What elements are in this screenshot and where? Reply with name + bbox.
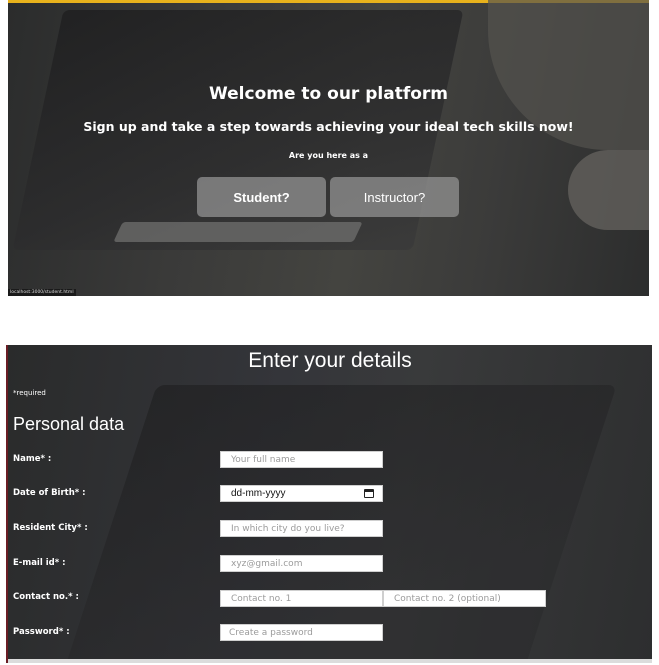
contact-1-input[interactable] [220,590,383,607]
dob-input[interactable]: dd-mm-yyyy [220,485,383,502]
form-title: Enter your details [248,349,412,372]
password-label: Password* : [13,627,70,637]
required-note: *required [13,389,46,397]
password-input[interactable] [220,624,383,641]
city-input[interactable] [220,520,383,537]
welcome-subtitle: Sign up and take a step towards achievin… [83,119,574,134]
details-panel: Enter your details *required Personal da… [6,345,652,663]
city-label: Resident City* : [13,523,88,533]
contact-label: Contact no.* : [13,592,79,602]
status-bar-url: localhost:3000/student.html [8,289,76,296]
welcome-title: Welcome to our platform [209,84,448,104]
section-title-personal-data: Personal data [13,414,125,434]
name-input[interactable] [220,451,383,468]
email-label: E-mail id* : [13,558,66,568]
background-laptop-base [113,222,363,242]
calendar-icon[interactable] [364,489,374,498]
student-button[interactable]: Student? [197,177,326,217]
contact-2-input[interactable] [383,590,546,607]
bottom-scroll-edge [8,659,652,663]
role-question: Are you here as a [288,151,369,160]
email-input[interactable] [220,555,383,572]
name-label: Name* : [13,454,52,464]
background-hand [568,150,649,230]
dob-label: Date of Birth* : [13,488,86,498]
instructor-button[interactable]: Instructor? [330,177,459,217]
dob-value: dd-mm-yyyy [231,488,286,499]
welcome-panel: Welcome to our platform Sign up and take… [8,0,649,296]
